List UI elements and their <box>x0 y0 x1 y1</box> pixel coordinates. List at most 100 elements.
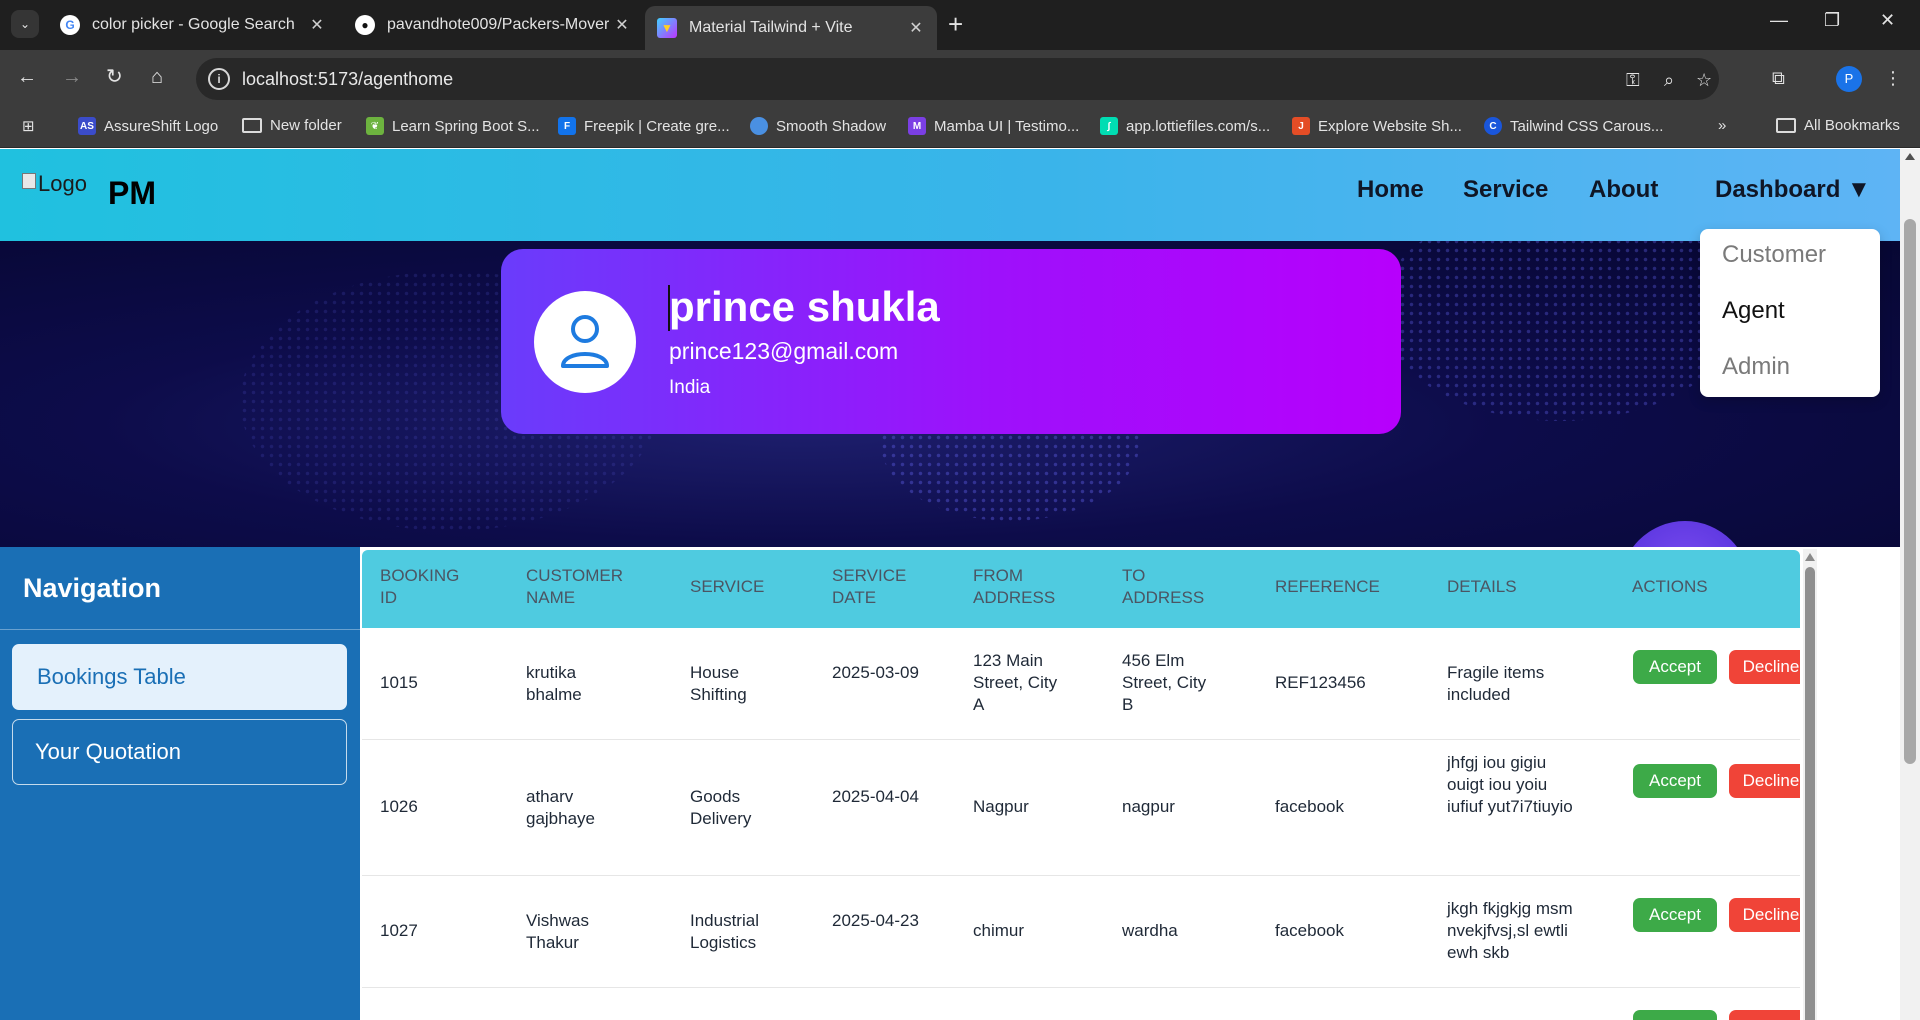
page-scrollbar[interactable] <box>1900 149 1920 1020</box>
zoom-icon[interactable]: ⌕ <box>1664 70 1674 91</box>
decline-button[interactable]: Decline <box>1729 650 1800 684</box>
sidebar-title: Navigation <box>23 573 162 603</box>
scrollbar-thumb[interactable] <box>1805 567 1815 1020</box>
decline-button[interactable]: Decline <box>1729 898 1800 932</box>
tab-search-button[interactable]: ⌄ <box>11 10 39 38</box>
bookmark-new-folder[interactable]: New folder <box>242 117 342 134</box>
dropdown-agent[interactable]: Agent <box>1722 297 1785 325</box>
spring-icon: ❦ <box>366 117 384 135</box>
address-bar[interactable]: i localhost:5173/agenthome ⚿ ⌕ ☆ <box>196 58 1719 100</box>
column-header: CUSTOMER NAME <box>526 566 623 607</box>
nav-dashboard[interactable]: Dashboard ▼ <box>1715 176 1871 204</box>
all-bookmarks[interactable]: All Bookmarks <box>1776 117 1900 134</box>
bookmark-spring-boot[interactable]: ❦ Learn Spring Boot S... <box>366 117 540 135</box>
bookmark-mamba-ui[interactable]: M Mamba UI | Testimo... <box>908 117 1079 135</box>
cell-from-address: chimur <box>973 921 1025 940</box>
forward-icon[interactable]: → <box>62 66 82 88</box>
decline-button[interactable]: Decline <box>1729 764 1800 798</box>
decline-button[interactable] <box>1729 1010 1800 1020</box>
table-scrollbar[interactable] <box>1803 549 1817 1020</box>
accept-button[interactable] <box>1633 1010 1717 1020</box>
sidebar: Navigation Bookings Table Your Quotation <box>0 547 360 1020</box>
key-icon[interactable]: ⚿ <box>1626 70 1640 91</box>
github-icon: ● <box>355 15 375 35</box>
minimize-icon[interactable]: — <box>1770 10 1788 31</box>
cell-reference: facebook <box>1275 921 1344 940</box>
profile-card: prince shukla prince123@gmail.com India <box>501 249 1401 434</box>
brand-name: PM <box>108 175 156 211</box>
more-bookmarks-icon[interactable]: » <box>1718 117 1726 134</box>
cell-service: House Shifting <box>690 663 747 704</box>
bookmark-lottiefiles[interactable]: ∫ app.lottiefiles.com/s... <box>1100 117 1270 135</box>
close-tab-icon[interactable]: ✕ <box>304 15 330 35</box>
back-icon[interactable]: ← <box>17 66 37 88</box>
bookmark-smooth-shadow[interactable]: Smooth Shadow <box>750 117 886 135</box>
cell-service: Goods Delivery <box>690 787 752 828</box>
cell-booking-id: 1015 <box>380 673 418 692</box>
accept-button[interactable]: Accept <box>1633 898 1717 932</box>
nav-home[interactable]: Home <box>1357 176 1424 204</box>
cell-customer-name: krutika bhalme <box>526 663 582 704</box>
new-tab-button[interactable]: + <box>948 10 963 38</box>
broken-image-icon <box>22 173 36 189</box>
cell-customer-name: atharv gajbhaye <box>526 787 596 828</box>
cell-from-address: 123 Main Street, City A <box>973 651 1058 714</box>
cell-to-address: wardha <box>1122 921 1178 940</box>
cell-service-date: 2025-04-23 <box>832 911 919 930</box>
vite-icon: ▼ <box>657 18 677 38</box>
profile-email: prince123@gmail.com <box>669 338 899 364</box>
bookmark-freepik[interactable]: F Freepik | Create gre... <box>558 117 730 135</box>
bookmark-assureshift[interactable]: AS AssureShift Logo <box>78 117 218 135</box>
bookmark-tailwind-carousel[interactable]: C Tailwind CSS Carous... <box>1484 117 1663 135</box>
tab-google-search[interactable]: G color picker - Google Search ✕ <box>48 6 338 44</box>
site-header: Logo PM Home Service About Dashboard ▼ <box>0 149 1900 241</box>
table-row: 1027 Vishwas Thakur Industrial Logistics… <box>362 876 1800 988</box>
avatar <box>534 291 636 393</box>
cell-details: jkgh fkjgkjg msmnvekjfvsj,sl ewtliewh sk… <box>1447 899 1573 962</box>
cell-reference: facebook <box>1275 797 1344 816</box>
profile-avatar[interactable]: P <box>1836 66 1862 92</box>
dashboard-dropdown: Customer Agent Admin <box>1700 229 1880 397</box>
profile-country: India <box>669 377 711 398</box>
scrollbar-thumb[interactable] <box>1904 219 1916 764</box>
tab-material-tailwind[interactable]: ▼ Material Tailwind + Vite ✕ <box>645 6 937 50</box>
home-icon[interactable]: ⌂ <box>151 66 163 88</box>
bookmark-explore-website[interactable]: J Explore Website Sh... <box>1292 117 1462 135</box>
cell-customer-name: Vishwas Thakur <box>526 911 589 952</box>
sidebar-item-bookings-table[interactable]: Bookings Table <box>12 644 347 710</box>
close-tab-icon[interactable]: ✕ <box>903 18 929 38</box>
apps-icon[interactable]: ⊞ <box>22 117 35 135</box>
cell-booking-id: 1027 <box>380 921 418 940</box>
scroll-up-icon[interactable] <box>1805 553 1815 561</box>
accept-button[interactable]: Accept <box>1633 764 1717 798</box>
dropdown-admin[interactable]: Admin <box>1722 353 1790 381</box>
tailwind-icon: C <box>1484 117 1502 135</box>
nav-about[interactable]: About <box>1589 176 1658 204</box>
more-menu-icon[interactable]: ⋮ <box>1884 68 1902 89</box>
close-window-icon[interactable]: ✕ <box>1880 10 1895 31</box>
column-header: ACTIONS <box>1632 577 1708 596</box>
column-header: REFERENCE <box>1275 577 1380 596</box>
site-info-icon[interactable]: i <box>208 68 230 90</box>
profile-name: prince shukla <box>669 283 940 330</box>
dropdown-customer[interactable]: Customer <box>1722 241 1826 269</box>
logo-image[interactable]: Logo <box>22 171 87 197</box>
tab-github[interactable]: ● pavandhote009/Packers-Movers ✕ <box>343 6 643 44</box>
reload-icon[interactable]: ↻ <box>106 66 123 88</box>
accept-button[interactable]: Accept <box>1633 650 1717 684</box>
column-header: TO ADDRESS <box>1122 566 1205 607</box>
mamba-icon: M <box>908 117 926 135</box>
table-row: 1026 atharv gajbhaye Goods Delivery 2025… <box>362 740 1800 876</box>
particle-wave-right <box>1380 241 1740 421</box>
extensions-icon[interactable]: ⧉ <box>1772 68 1785 89</box>
close-tab-icon[interactable]: ✕ <box>609 15 635 35</box>
folder-icon <box>242 118 262 133</box>
restore-icon[interactable]: ❐ <box>1824 10 1840 31</box>
star-icon[interactable]: ☆ <box>1696 70 1712 91</box>
nav-service[interactable]: Service <box>1463 176 1548 204</box>
scroll-up-icon[interactable] <box>1905 153 1915 160</box>
assureshift-icon: AS <box>78 117 96 135</box>
cell-service-date: 2025-04-04 <box>832 787 919 806</box>
bookmarks-bar: ⊞ AS AssureShift Logo New folder ❦ Learn S… <box>0 108 1920 148</box>
sidebar-item-your-quotation[interactable]: Your Quotation <box>12 719 347 785</box>
